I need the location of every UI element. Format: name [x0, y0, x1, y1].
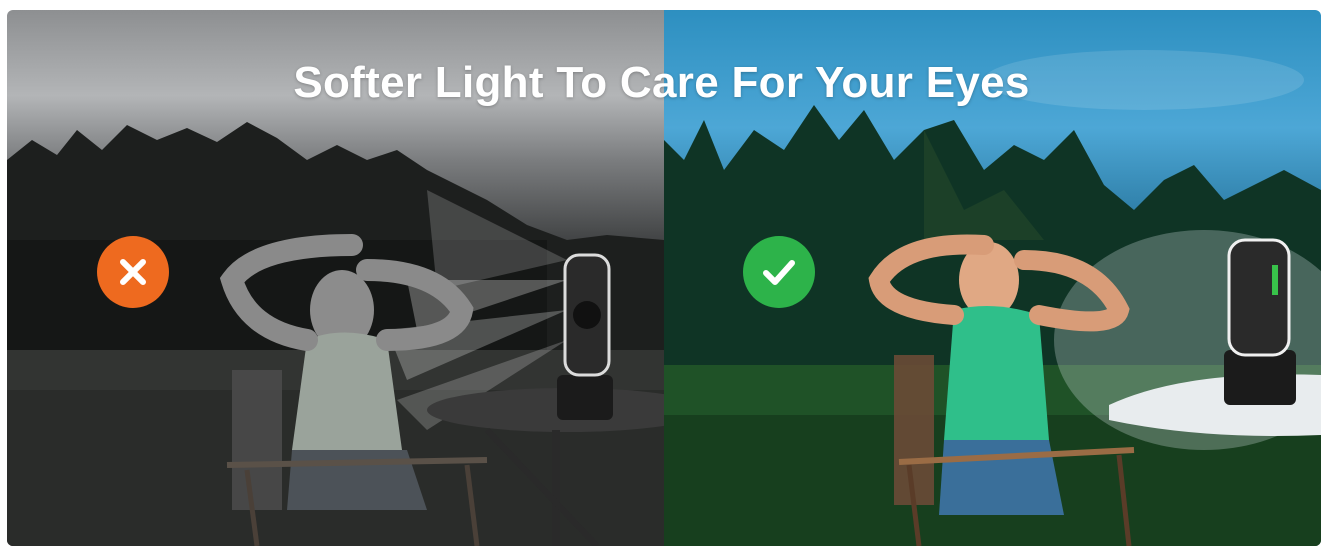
good-badge — [743, 236, 815, 308]
x-icon — [120, 259, 146, 285]
bad-badge — [97, 236, 169, 308]
check-icon — [763, 260, 795, 285]
headline: Softer Light To Care For Your Eyes — [293, 58, 1030, 107]
